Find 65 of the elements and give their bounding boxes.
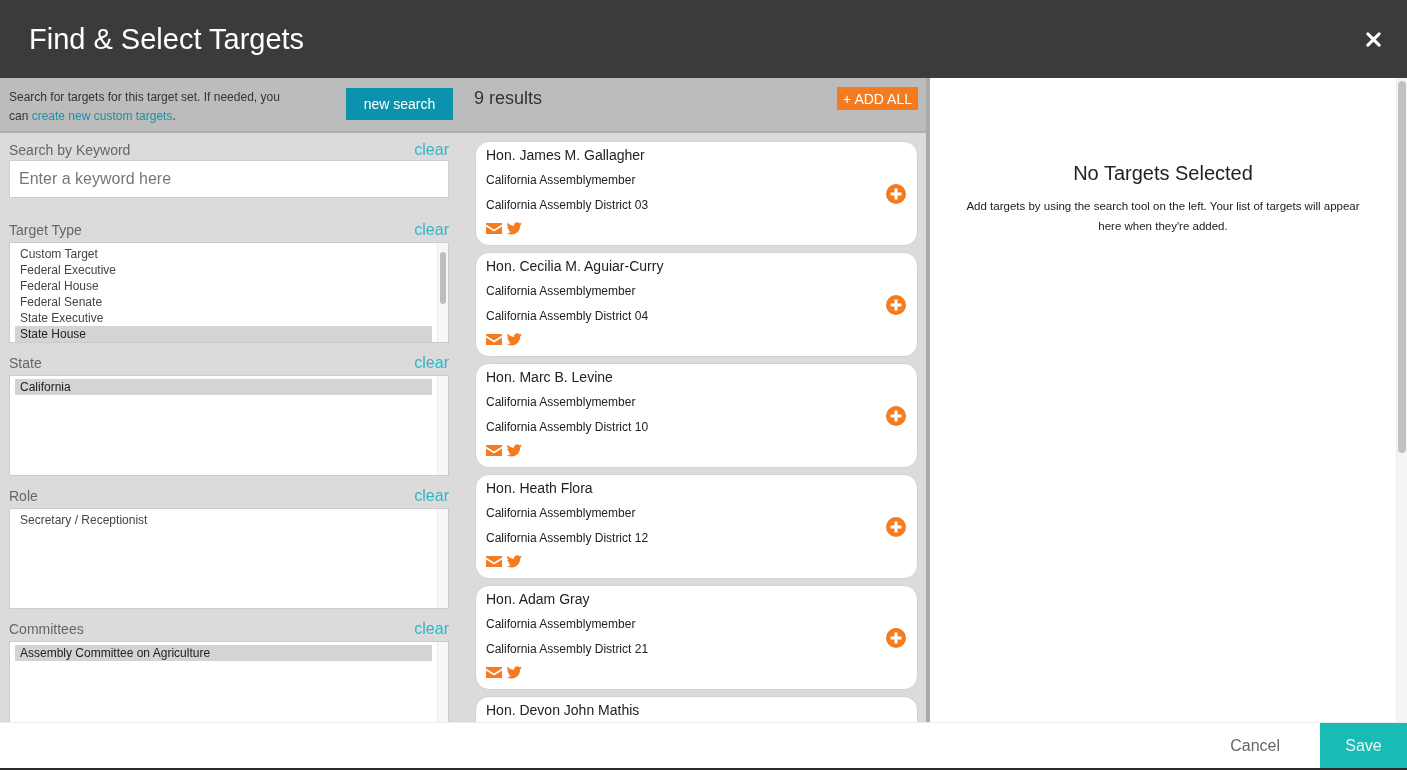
- list-box[interactable]: California: [9, 375, 449, 476]
- plus-circle-icon[interactable]: [886, 516, 906, 537]
- list-option[interactable]: State Executive: [15, 310, 432, 326]
- mail-icon: [486, 555, 502, 567]
- list-option[interactable]: Federal House: [15, 278, 432, 294]
- scrollbar-track[interactable]: [437, 642, 448, 722]
- target-role: California Assemblymember: [486, 172, 637, 189]
- target-district: California Assembly District 12: [486, 530, 650, 547]
- filter-label: Search by Keyword: [9, 142, 131, 158]
- target-role: California Assemblymember: [486, 283, 637, 300]
- scrollbar-track[interactable]: [437, 243, 448, 342]
- filter-label: Target Type: [9, 222, 82, 238]
- target-district: California Assembly District 04: [486, 308, 650, 325]
- result-count: 9 results: [474, 87, 543, 109]
- mail-icon: [486, 444, 502, 456]
- close-icon[interactable]: [1366, 31, 1381, 47]
- bird-icon: [506, 665, 522, 679]
- list-box[interactable]: Custom Target Federal Executive Federal House Federal Senate State Executive State House: [9, 242, 449, 343]
- target-district: California Assembly District 21: [486, 641, 650, 658]
- mail-icon: [486, 333, 502, 345]
- scrollbar-thumb[interactable]: [1398, 81, 1406, 453]
- bird-icon: [506, 332, 522, 346]
- filter-label: Committees: [9, 621, 84, 637]
- intro-text: Search for targets for this target set. If needed, you can create new custom targets.: [9, 89, 281, 125]
- bird-icon: [506, 221, 522, 235]
- target-name: Hon. Heath Flora: [486, 479, 594, 497]
- target-role: California Assemblymember: [486, 394, 637, 411]
- empty-hint: Add targets by using the search tool on the left. Your list of targets will appear here when they're added.: [965, 199, 1361, 234]
- list-box[interactable]: Secretary / Receptionist: [9, 508, 449, 609]
- target-district: California Assembly District 10: [486, 419, 650, 436]
- list-option[interactable]: Assembly Committee on Agriculture: [15, 645, 432, 661]
- plus-circle-icon[interactable]: [886, 627, 906, 648]
- mail-icon: [486, 222, 502, 234]
- list-option[interactable]: State House: [15, 326, 432, 342]
- target-role: California Assemblymember: [486, 505, 637, 522]
- empty-title: No Targets Selected: [1072, 161, 1254, 186]
- target-name: Hon. Marc B. Levine: [486, 368, 614, 386]
- target-district: California Assembly District 03: [486, 197, 650, 214]
- target-name: Hon. Cecilia M. Aguiar-Curry: [486, 257, 665, 275]
- target-name: Hon. Devon John Mathis: [486, 701, 641, 719]
- target-name: Hon. Adam Gray: [486, 590, 591, 608]
- list-option[interactable]: Custom Target: [15, 246, 432, 262]
- new-search-button[interactable]: new search: [346, 88, 453, 120]
- filter-label: Role: [9, 488, 38, 504]
- mail-icon: [486, 666, 502, 678]
- scrollbar-track[interactable]: [437, 509, 448, 608]
- dialog-title: Find & Select Targets: [29, 22, 305, 56]
- list-option[interactable]: Federal Executive: [15, 262, 432, 278]
- list-option[interactable]: Secretary / Receptionist: [15, 512, 432, 528]
- target-name: Hon. James M. Gallagher: [486, 146, 646, 164]
- bird-icon: [506, 554, 522, 568]
- scrollbar-thumb[interactable]: [440, 252, 446, 304]
- bird-icon: [506, 443, 522, 457]
- list-option[interactable]: California: [15, 379, 432, 395]
- cancel-button[interactable]: Cancel: [1230, 723, 1280, 768]
- list-option[interactable]: Federal Senate: [15, 294, 432, 310]
- plus-circle-icon[interactable]: [886, 405, 906, 426]
- keyword-field[interactable]: Enter a keyword here: [9, 160, 449, 198]
- scrollbar-track[interactable]: [1396, 78, 1407, 722]
- plus-circle-icon[interactable]: [886, 183, 906, 204]
- target-role: California Assemblymember: [486, 616, 637, 633]
- filter-label: State: [9, 355, 42, 371]
- plus-circle-icon[interactable]: [886, 294, 906, 315]
- list-box[interactable]: Assembly Committee on Agriculture: [9, 641, 449, 722]
- scrollbar-track[interactable]: [437, 376, 448, 475]
